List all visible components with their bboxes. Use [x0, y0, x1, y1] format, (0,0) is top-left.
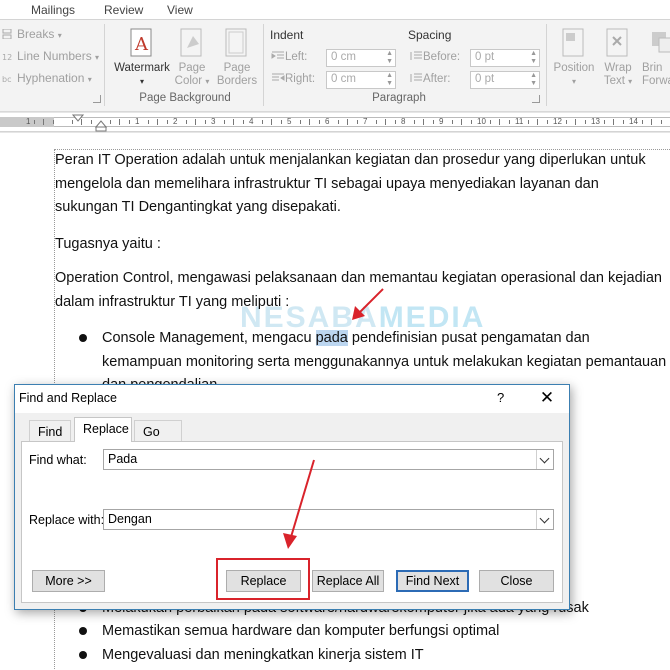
word-window: Mailings Review View Breaks ▾ 12 Line Num…: [0, 0, 670, 670]
annotation-arrows: [283, 288, 384, 549]
arrowhead-icon: [283, 533, 297, 549]
arrow-to-replace-icon: [290, 459, 315, 538]
arrow-to-match-icon: [357, 288, 384, 315]
tab-replace[interactable]: Replace: [74, 417, 132, 442]
